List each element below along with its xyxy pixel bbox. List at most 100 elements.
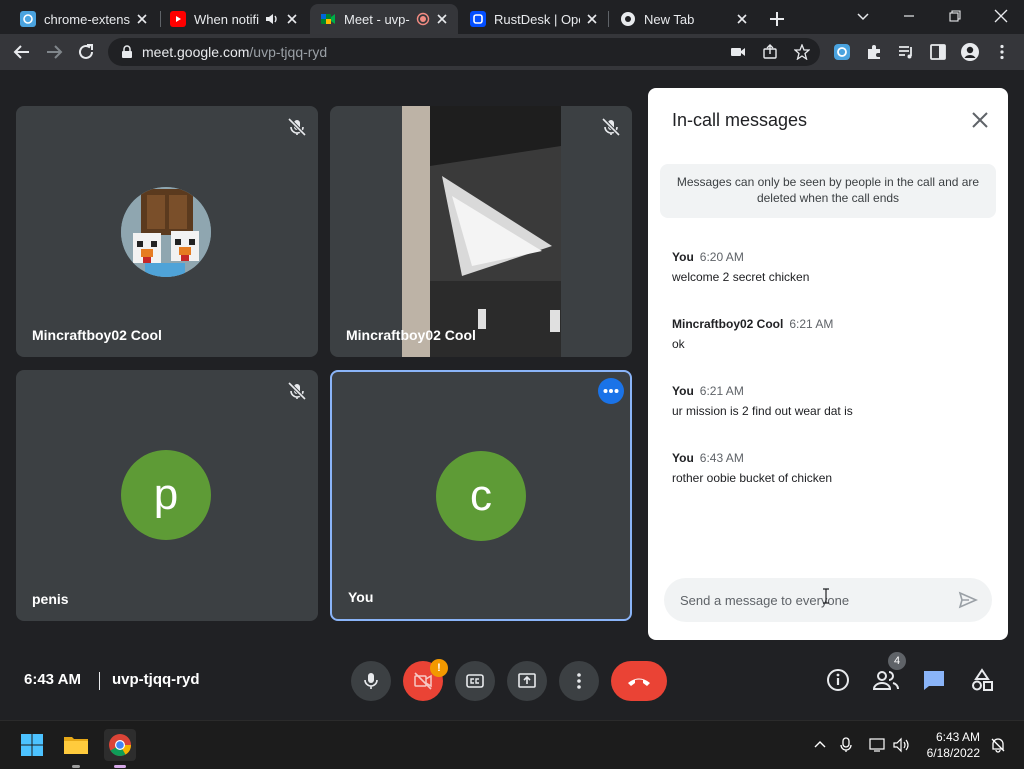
volume-button[interactable] bbox=[892, 735, 912, 755]
present-screen-icon bbox=[518, 673, 536, 688]
people-count-badge: 4 bbox=[888, 652, 906, 670]
close-tab-icon[interactable] bbox=[284, 11, 300, 27]
in-call-messages-panel: In-call messages Messages can only be se… bbox=[648, 88, 1008, 640]
recording-indicator-icon bbox=[416, 12, 430, 26]
lock-icon[interactable] bbox=[120, 45, 134, 59]
media-playlist-icon bbox=[899, 46, 912, 59]
mic-off-icon bbox=[287, 381, 307, 401]
url-host: meet.google.com bbox=[142, 44, 250, 60]
tile-options-button[interactable] bbox=[598, 378, 624, 404]
self-participant-tile[interactable]: c You bbox=[330, 370, 632, 621]
microphone-icon bbox=[364, 673, 378, 689]
message-input[interactable] bbox=[678, 588, 942, 612]
captions-button[interactable] bbox=[455, 661, 495, 701]
tab-title: New Tab bbox=[644, 11, 695, 27]
tab-rustdesk[interactable]: RustDesk | Oper bbox=[460, 4, 608, 34]
chat-message: You 6:20 AM welcome 2 secret chicken bbox=[672, 248, 992, 284]
participant-tile[interactable]: p penis bbox=[16, 370, 318, 621]
tab-google-meet[interactable]: Meet - uvp- bbox=[310, 4, 458, 34]
url-path: /uvp-tjqq-ryd bbox=[249, 44, 328, 60]
microphone-button[interactable] bbox=[351, 661, 391, 701]
windows-logo-icon bbox=[21, 734, 43, 756]
present-screen-button[interactable] bbox=[507, 661, 547, 701]
ethernet-network-icon bbox=[869, 738, 885, 752]
leave-call-button[interactable] bbox=[611, 661, 667, 701]
start-button[interactable] bbox=[16, 729, 48, 761]
activities-button[interactable] bbox=[966, 664, 998, 696]
show-hidden-icons-button[interactable] bbox=[810, 735, 830, 755]
text-cursor-icon bbox=[823, 588, 829, 604]
windows-taskbar: 6:43 AM 6/18/2022 bbox=[0, 720, 1024, 769]
tab-youtube[interactable]: When notifi bbox=[160, 4, 308, 34]
mic-off-icon bbox=[601, 117, 621, 137]
address-bar[interactable]: meet.google.com/uvp-tjqq-ryd bbox=[108, 38, 820, 66]
folder-icon bbox=[64, 737, 88, 754]
speaker-audio-icon[interactable] bbox=[264, 11, 280, 27]
message-sender: You bbox=[672, 384, 694, 398]
tab-new-tab[interactable]: New Tab bbox=[610, 4, 758, 34]
mic-in-use-indicator[interactable] bbox=[836, 735, 856, 755]
share-icon[interactable] bbox=[762, 44, 778, 60]
extension-app-icon bbox=[834, 44, 850, 60]
url-text[interactable]: meet.google.com/uvp-tjqq-ryd bbox=[142, 44, 327, 60]
chrome-favicon-icon bbox=[620, 11, 636, 27]
chat-bubble-icon bbox=[924, 671, 944, 690]
message-time: 6:20 AM bbox=[699, 250, 744, 264]
chrome-logo-icon bbox=[109, 734, 131, 756]
camera-off-icon bbox=[414, 672, 432, 690]
new-tab-plus-icon[interactable] bbox=[765, 7, 789, 31]
more-options-button[interactable] bbox=[559, 661, 599, 701]
chat-message: You 6:43 AM rother oobie bucket of chicke… bbox=[672, 449, 992, 485]
tab-title: RustDesk | Oper bbox=[494, 11, 580, 27]
minimize-icon bbox=[904, 15, 914, 17]
close-window-button[interactable] bbox=[986, 4, 1016, 28]
rustdesk-favicon-icon bbox=[470, 11, 486, 27]
close-tab-icon[interactable] bbox=[134, 11, 150, 27]
puzzle-piece-icon bbox=[868, 45, 880, 59]
file-explorer-button[interactable] bbox=[60, 729, 92, 761]
reload-button[interactable] bbox=[74, 40, 98, 64]
mic-off-icon bbox=[287, 117, 307, 137]
chat-button[interactable] bbox=[918, 664, 950, 696]
camera-in-use-icon[interactable] bbox=[730, 44, 746, 60]
taskbar-date: 6/18/2022 bbox=[926, 746, 980, 760]
taskbar-clock[interactable]: 6:43 AM 6/18/2022 bbox=[920, 729, 980, 761]
send-icon[interactable] bbox=[958, 590, 978, 610]
extension-button[interactable] bbox=[830, 40, 854, 64]
participant-name: Mincraftboy02 Cool bbox=[346, 327, 476, 343]
chrome-taskbar-button[interactable] bbox=[104, 729, 136, 761]
participant-tile[interactable]: Mincraftboy02 Cool bbox=[330, 106, 632, 357]
browser-menu-button[interactable] bbox=[990, 40, 1014, 64]
close-icon[interactable] bbox=[970, 110, 990, 130]
profile-avatar-icon bbox=[961, 43, 979, 61]
network-button[interactable] bbox=[868, 735, 888, 755]
participant-name: penis bbox=[32, 591, 69, 607]
message-text: welcome 2 secret chicken bbox=[672, 270, 810, 284]
restore-window-button[interactable] bbox=[940, 4, 970, 28]
people-icon bbox=[873, 671, 899, 690]
media-controls-button[interactable] bbox=[894, 40, 918, 64]
side-panel-button[interactable] bbox=[926, 40, 950, 64]
forward-button[interactable] bbox=[42, 40, 66, 64]
tab-search-button[interactable] bbox=[848, 4, 878, 28]
minimize-window-button[interactable] bbox=[894, 4, 924, 28]
notifications-button[interactable] bbox=[988, 735, 1008, 755]
more-vertical-icon bbox=[1000, 44, 1004, 60]
side-panel-icon bbox=[930, 44, 946, 60]
tab-title: Meet - uvp- bbox=[344, 11, 410, 27]
tab-chrome-extension[interactable]: chrome-extensio bbox=[10, 4, 158, 34]
back-button[interactable] bbox=[10, 40, 34, 64]
extensions-menu-button[interactable] bbox=[862, 40, 886, 64]
participant-tile[interactable]: Mincraftboy02 Cool bbox=[16, 106, 318, 357]
profile-button[interactable] bbox=[958, 40, 982, 64]
message-sender: Mincraftboy02 Cool bbox=[672, 317, 784, 331]
meeting-details-button[interactable] bbox=[822, 664, 854, 696]
close-tab-icon[interactable] bbox=[734, 11, 750, 27]
bookmark-star-icon[interactable] bbox=[794, 44, 810, 60]
close-tab-icon[interactable] bbox=[434, 11, 450, 27]
close-tab-icon[interactable] bbox=[584, 11, 600, 27]
reload-icon bbox=[79, 44, 93, 59]
participant-video-feed bbox=[402, 106, 561, 357]
message-text: ok bbox=[672, 337, 685, 351]
message-time: 6:21 AM bbox=[789, 317, 834, 331]
